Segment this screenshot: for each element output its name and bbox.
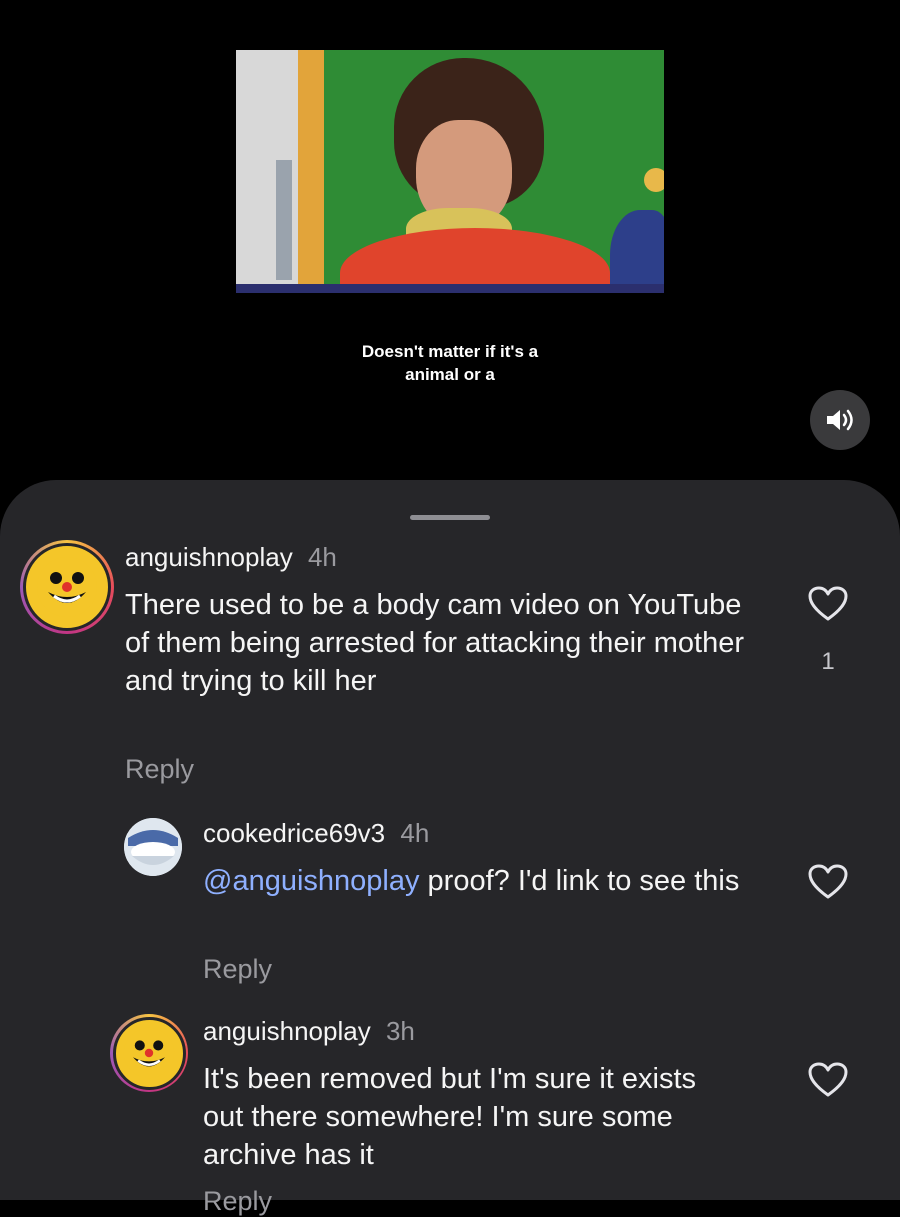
like-count: 1 (821, 648, 835, 675)
reply-button[interactable]: Reply (203, 954, 272, 985)
comment-time: 4h (400, 818, 430, 848)
video-bottom-strip (236, 284, 664, 293)
comment-body: proof? I'd link to see this (419, 865, 740, 897)
comment-text: It's been removed but I'm sure it exists… (203, 1063, 696, 1171)
comment-meta: cookedrice69v3 4h (203, 818, 429, 848)
comment-text: @anguishnoplay proof? I'd link to see th… (203, 862, 743, 900)
comments-sheet: anguishnoplay 4h There used to be a body… (0, 480, 900, 1216)
comment-username[interactable]: cookedrice69v3 (203, 818, 385, 848)
video-puppet-head (644, 168, 664, 192)
video-frame[interactable] (236, 50, 664, 293)
user-mention[interactable]: @anguishnoplay (203, 865, 419, 897)
speaker-sound-icon (827, 409, 853, 431)
rice-bowl-avatar-icon (124, 818, 182, 876)
video-caption: Doesn't matter if it's a animal or a (250, 340, 650, 386)
comment-time: 4h (307, 542, 337, 572)
user-avatar[interactable] (124, 818, 182, 876)
video-door-frame (298, 50, 324, 293)
caption-line-1: Doesn't matter if it's a (361, 342, 539, 361)
volume-button[interactable] (810, 390, 870, 450)
user-avatar[interactable] (110, 1014, 188, 1092)
comment-text: There used to be a body cam video on You… (125, 589, 744, 697)
video-player[interactable]: Doesn't matter if it's a animal or a (0, 0, 900, 480)
comment-meta: anguishnoplay 4h (125, 542, 337, 572)
user-avatar[interactable] (20, 540, 114, 634)
smiley-clown-avatar-icon (37, 557, 97, 617)
video-puppet (610, 210, 664, 293)
heart-icon[interactable] (808, 1062, 848, 1098)
sheet-grabber[interactable] (410, 515, 490, 520)
reply-button[interactable]: Reply (125, 754, 194, 785)
heart-icon[interactable] (808, 864, 848, 900)
comment-username[interactable]: anguishnoplay (203, 1016, 371, 1046)
comment-meta: anguishnoplay 3h (203, 1016, 415, 1046)
video-wall-shadow (276, 160, 292, 280)
heart-icon[interactable] (808, 586, 848, 622)
comment-time: 3h (385, 1016, 415, 1046)
smiley-clown-avatar-icon (123, 1027, 175, 1079)
caption-line-2: animal or a (405, 365, 495, 384)
reply-button[interactable]: Reply (203, 1186, 272, 1217)
comment-username[interactable]: anguishnoplay (125, 542, 293, 572)
